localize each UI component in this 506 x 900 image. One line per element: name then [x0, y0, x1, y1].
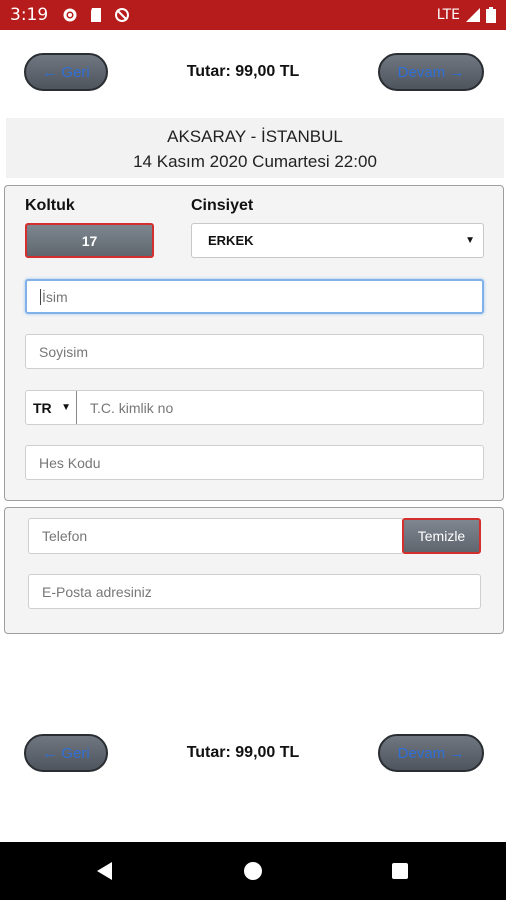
bottom-nav: ← Geri Tutar: 99,00 TL Devam →	[0, 734, 506, 774]
back-button[interactable]: ← Geri	[24, 53, 108, 91]
top-nav: ← Geri Tutar: 99,00 TL Devam →	[0, 53, 506, 93]
id-placeholder: T.C. kimlik no	[90, 399, 174, 416]
battery-icon	[486, 7, 496, 23]
route-datetime: 14 Kasım 2020 Cumartesi 22:00	[133, 152, 377, 171]
continue-button[interactable]: Devam →	[378, 53, 484, 91]
surname-placeholder: Soyisim	[39, 343, 89, 360]
home-circle-icon[interactable]	[243, 861, 263, 881]
hes-code-input[interactable]: Hes Kodu	[25, 445, 484, 480]
name-input[interactable]: İsim	[25, 279, 484, 314]
back-button[interactable]: ← Geri	[24, 734, 108, 772]
seat-number-button[interactable]: 17	[25, 223, 154, 258]
surname-input[interactable]: Soyisim	[25, 334, 484, 369]
network-type: LTE	[436, 7, 460, 23]
system-nav-bar	[0, 842, 506, 900]
name-placeholder: İsim	[42, 288, 68, 305]
total-amount: Tutar: 99,00 TL	[186, 744, 300, 761]
chevron-down-icon: ▼	[465, 235, 475, 246]
email-input[interactable]: E-Posta adresiniz	[28, 574, 481, 609]
back-triangle-icon[interactable]	[95, 861, 115, 881]
route-header: AKSARAY - İSTANBUL 14 Kasım 2020 Cumarte…	[6, 118, 504, 178]
chevron-down-icon: ▼	[61, 402, 71, 413]
country-select[interactable]: TR ▼	[26, 391, 77, 424]
gender-select[interactable]: ERKEK ▼	[191, 223, 484, 258]
contact-panel: Telefon Temizle E-Posta adresiniz	[4, 507, 504, 634]
status-time: 3:19	[10, 5, 49, 25]
gender-value: ERKEK	[208, 233, 254, 248]
id-number-input[interactable]: T.C. kimlik no	[78, 391, 173, 424]
signal-icon	[466, 8, 480, 22]
gear-icon	[63, 8, 77, 22]
status-bar: 3:19 LTE	[0, 0, 506, 30]
total-amount: Tutar: 99,00 TL	[186, 63, 300, 80]
sd-card-icon	[91, 8, 102, 22]
phone-input[interactable]: Telefon	[28, 518, 404, 554]
phone-placeholder: Telefon	[42, 528, 88, 544]
no-sync-icon	[115, 8, 130, 22]
route-title: AKSARAY - İSTANBUL	[167, 127, 343, 146]
continue-button[interactable]: Devam →	[378, 734, 484, 772]
recents-square-icon[interactable]	[391, 862, 409, 880]
passenger-panel: Koltuk Cinsiyet 17 ERKEK ▼ İsim Soyisim …	[4, 185, 504, 501]
text-cursor	[40, 288, 41, 305]
gender-label: Cinsiyet	[191, 197, 254, 214]
clear-button[interactable]: Temizle	[402, 518, 481, 554]
email-placeholder: E-Posta adresiniz	[42, 583, 152, 600]
seat-label: Koltuk	[25, 197, 75, 214]
country-code: TR	[33, 399, 52, 416]
id-number-group: TR ▼ T.C. kimlik no	[25, 390, 484, 425]
hes-placeholder: Hes Kodu	[39, 454, 101, 471]
